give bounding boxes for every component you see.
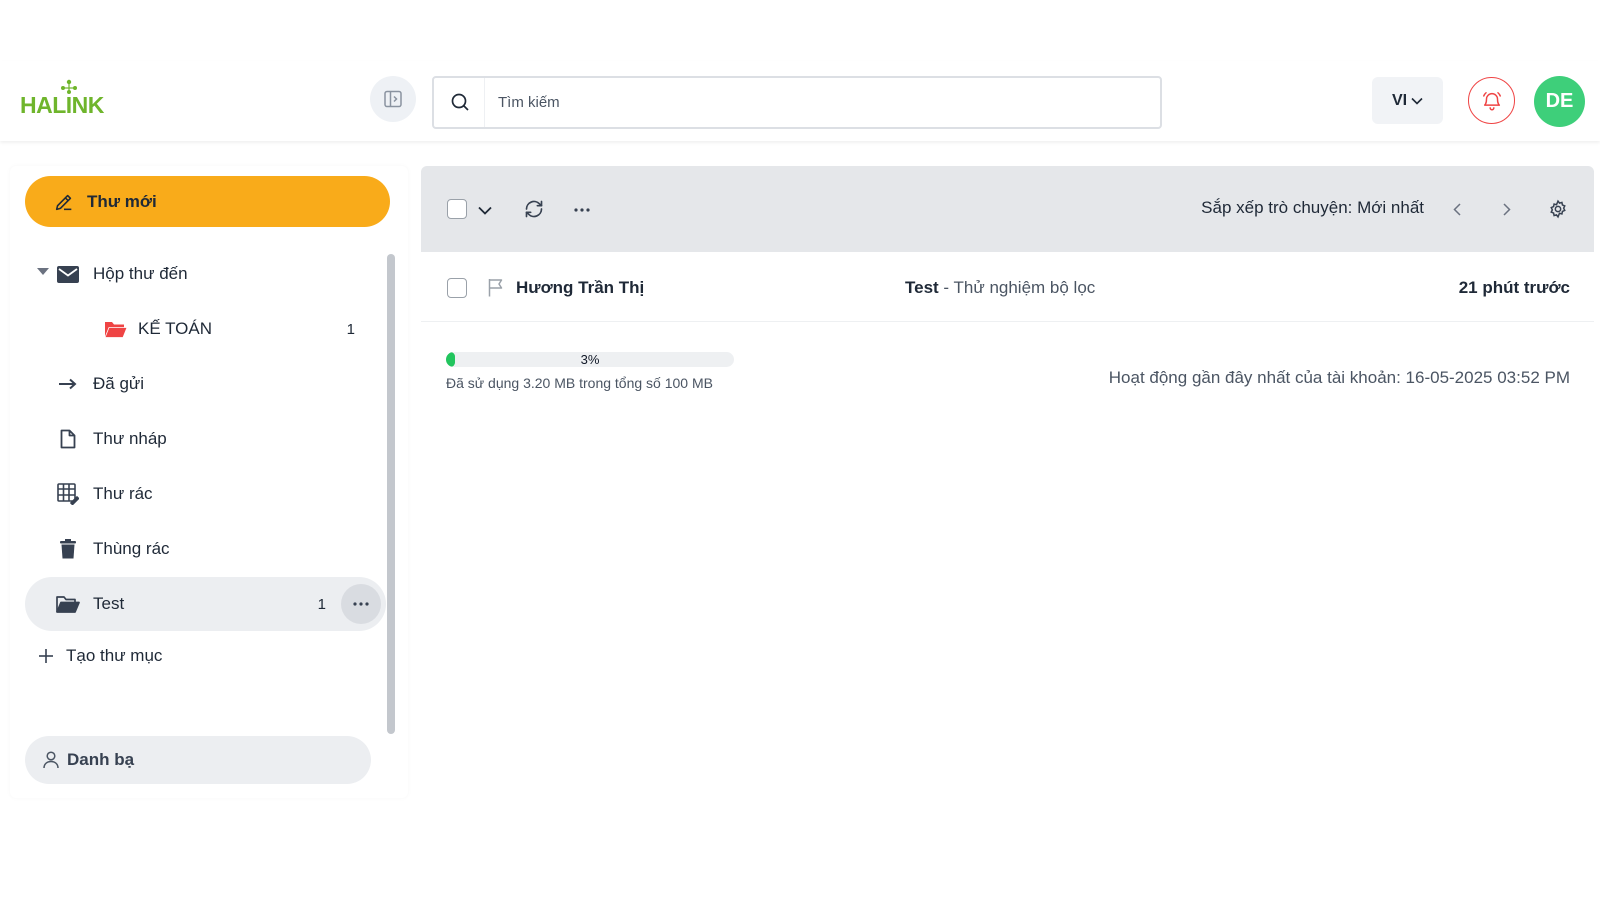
message-snippet: - Thử nghiệm bộ lọc: [938, 278, 1096, 297]
sidebar-item-trash[interactable]: Thùng rác: [25, 522, 385, 576]
sort-dropdown[interactable]: Sắp xếp trò chuyện: Mới nhất: [1201, 198, 1424, 218]
sidebar-item-label: Test: [93, 594, 125, 613]
contacts-label: Danh bạ: [67, 750, 135, 769]
language-select[interactable]: VI: [1372, 77, 1443, 124]
message-checkbox[interactable]: [447, 278, 467, 298]
sidebar-scrollbar[interactable]: [387, 254, 395, 734]
spam-icon: [55, 482, 81, 506]
user-icon: [43, 751, 59, 769]
mail-icon: [55, 262, 81, 286]
sidebar-item-label: Thư rác: [93, 484, 153, 503]
sidebar-item-label: Đã gửi: [93, 374, 145, 393]
sidebar-item-label: Hộp thư đến: [93, 264, 188, 283]
bell-icon: [1482, 91, 1501, 110]
create-folder-button[interactable]: Tạo thư mục: [38, 646, 162, 666]
message-subject: Test: [905, 278, 939, 297]
mail-list-panel: Sắp xếp trò chuyện: Mới nhất Hương Trần …: [421, 166, 1594, 798]
message-row[interactable]: Hương Trần Thị Test - Thử nghiệm bộ lọc …: [421, 252, 1594, 322]
arrow-right-icon: [55, 372, 81, 396]
last-activity-text: Hoạt động gần đây nhất của tài khoản: 16…: [1108, 368, 1570, 387]
top-header: HALINK VI DE: [0, 61, 1600, 141]
select-options-chevron-icon[interactable]: [475, 200, 495, 220]
contacts-button[interactable]: Danh bạ: [25, 736, 371, 784]
halink-logo[interactable]: HALINK: [20, 79, 112, 119]
storage-percent: 3%: [580, 352, 600, 367]
pencil-icon: [55, 194, 72, 210]
message-sender: Hương Trần Thị: [516, 278, 645, 297]
chevron-down-icon: [1411, 97, 1423, 105]
sidebar-panel-icon: [384, 90, 402, 108]
caret-down-icon[interactable]: [37, 268, 49, 276]
select-all-checkbox[interactable]: [447, 199, 467, 219]
search-input[interactable]: [498, 78, 1138, 127]
unread-count: 1: [346, 320, 355, 338]
document-icon: [55, 427, 81, 451]
unread-count: 1: [317, 595, 326, 613]
sidebar-item-sent[interactable]: Đã gửi: [25, 357, 385, 411]
search-divider: [484, 78, 485, 127]
folder-more-button[interactable]: [341, 584, 381, 624]
refresh-icon[interactable]: [523, 198, 545, 220]
sidebar-toggle-button[interactable]: [370, 76, 416, 122]
plus-icon: [39, 649, 53, 663]
storage-used-text: Đã sử dụng 3.20 MB trong tổng số 100 MB: [446, 375, 713, 391]
compose-label: Thư mới: [87, 191, 157, 211]
search-box: [432, 76, 1162, 129]
user-avatar[interactable]: DE: [1534, 76, 1585, 127]
folder-open-red-icon: [103, 317, 129, 341]
more-horizontal-icon: [353, 602, 369, 606]
sidebar-item-spam[interactable]: Thư rác: [25, 467, 385, 521]
sidebar-item-test[interactable]: Test 1: [25, 577, 386, 631]
more-horizontal-icon[interactable]: [571, 200, 593, 220]
sidebar-item-label: Thùng rác: [93, 539, 170, 558]
chevron-left-icon[interactable]: [1447, 199, 1467, 219]
message-subject-line: Test - Thử nghiệm bộ lọc: [905, 278, 1095, 298]
storage-progress-bar: 3%: [446, 352, 734, 367]
sidebar-item-inbox[interactable]: Hộp thư đến: [25, 247, 385, 301]
compose-button[interactable]: Thư mới: [25, 176, 390, 227]
flag-icon[interactable]: [487, 277, 505, 297]
sidebar-item-ke-toan[interactable]: KẾ TOÁN 1: [25, 302, 385, 356]
sidebar-item-label: KẾ TOÁN: [138, 319, 213, 338]
sidebar: Thư mới Hộp thư đến KẾ TOÁN 1 Đã gửi Thư…: [10, 166, 408, 798]
gear-icon[interactable]: [1547, 198, 1569, 220]
notification-button[interactable]: [1468, 77, 1515, 124]
logo-text: HALINK: [20, 92, 104, 118]
search-icon[interactable]: [450, 92, 470, 112]
sidebar-item-drafts[interactable]: Thư nháp: [25, 412, 385, 466]
sidebar-item-label: Thư nháp: [93, 429, 167, 448]
message-time: 21 phút trước: [1458, 278, 1570, 297]
trash-icon: [55, 537, 81, 561]
create-folder-label: Tạo thư mục: [66, 646, 163, 665]
language-label: VI: [1391, 91, 1408, 109]
mail-toolbar: Sắp xếp trò chuyện: Mới nhất: [421, 166, 1594, 252]
chevron-right-icon[interactable]: [1497, 199, 1517, 219]
folder-open-icon: [55, 592, 81, 616]
